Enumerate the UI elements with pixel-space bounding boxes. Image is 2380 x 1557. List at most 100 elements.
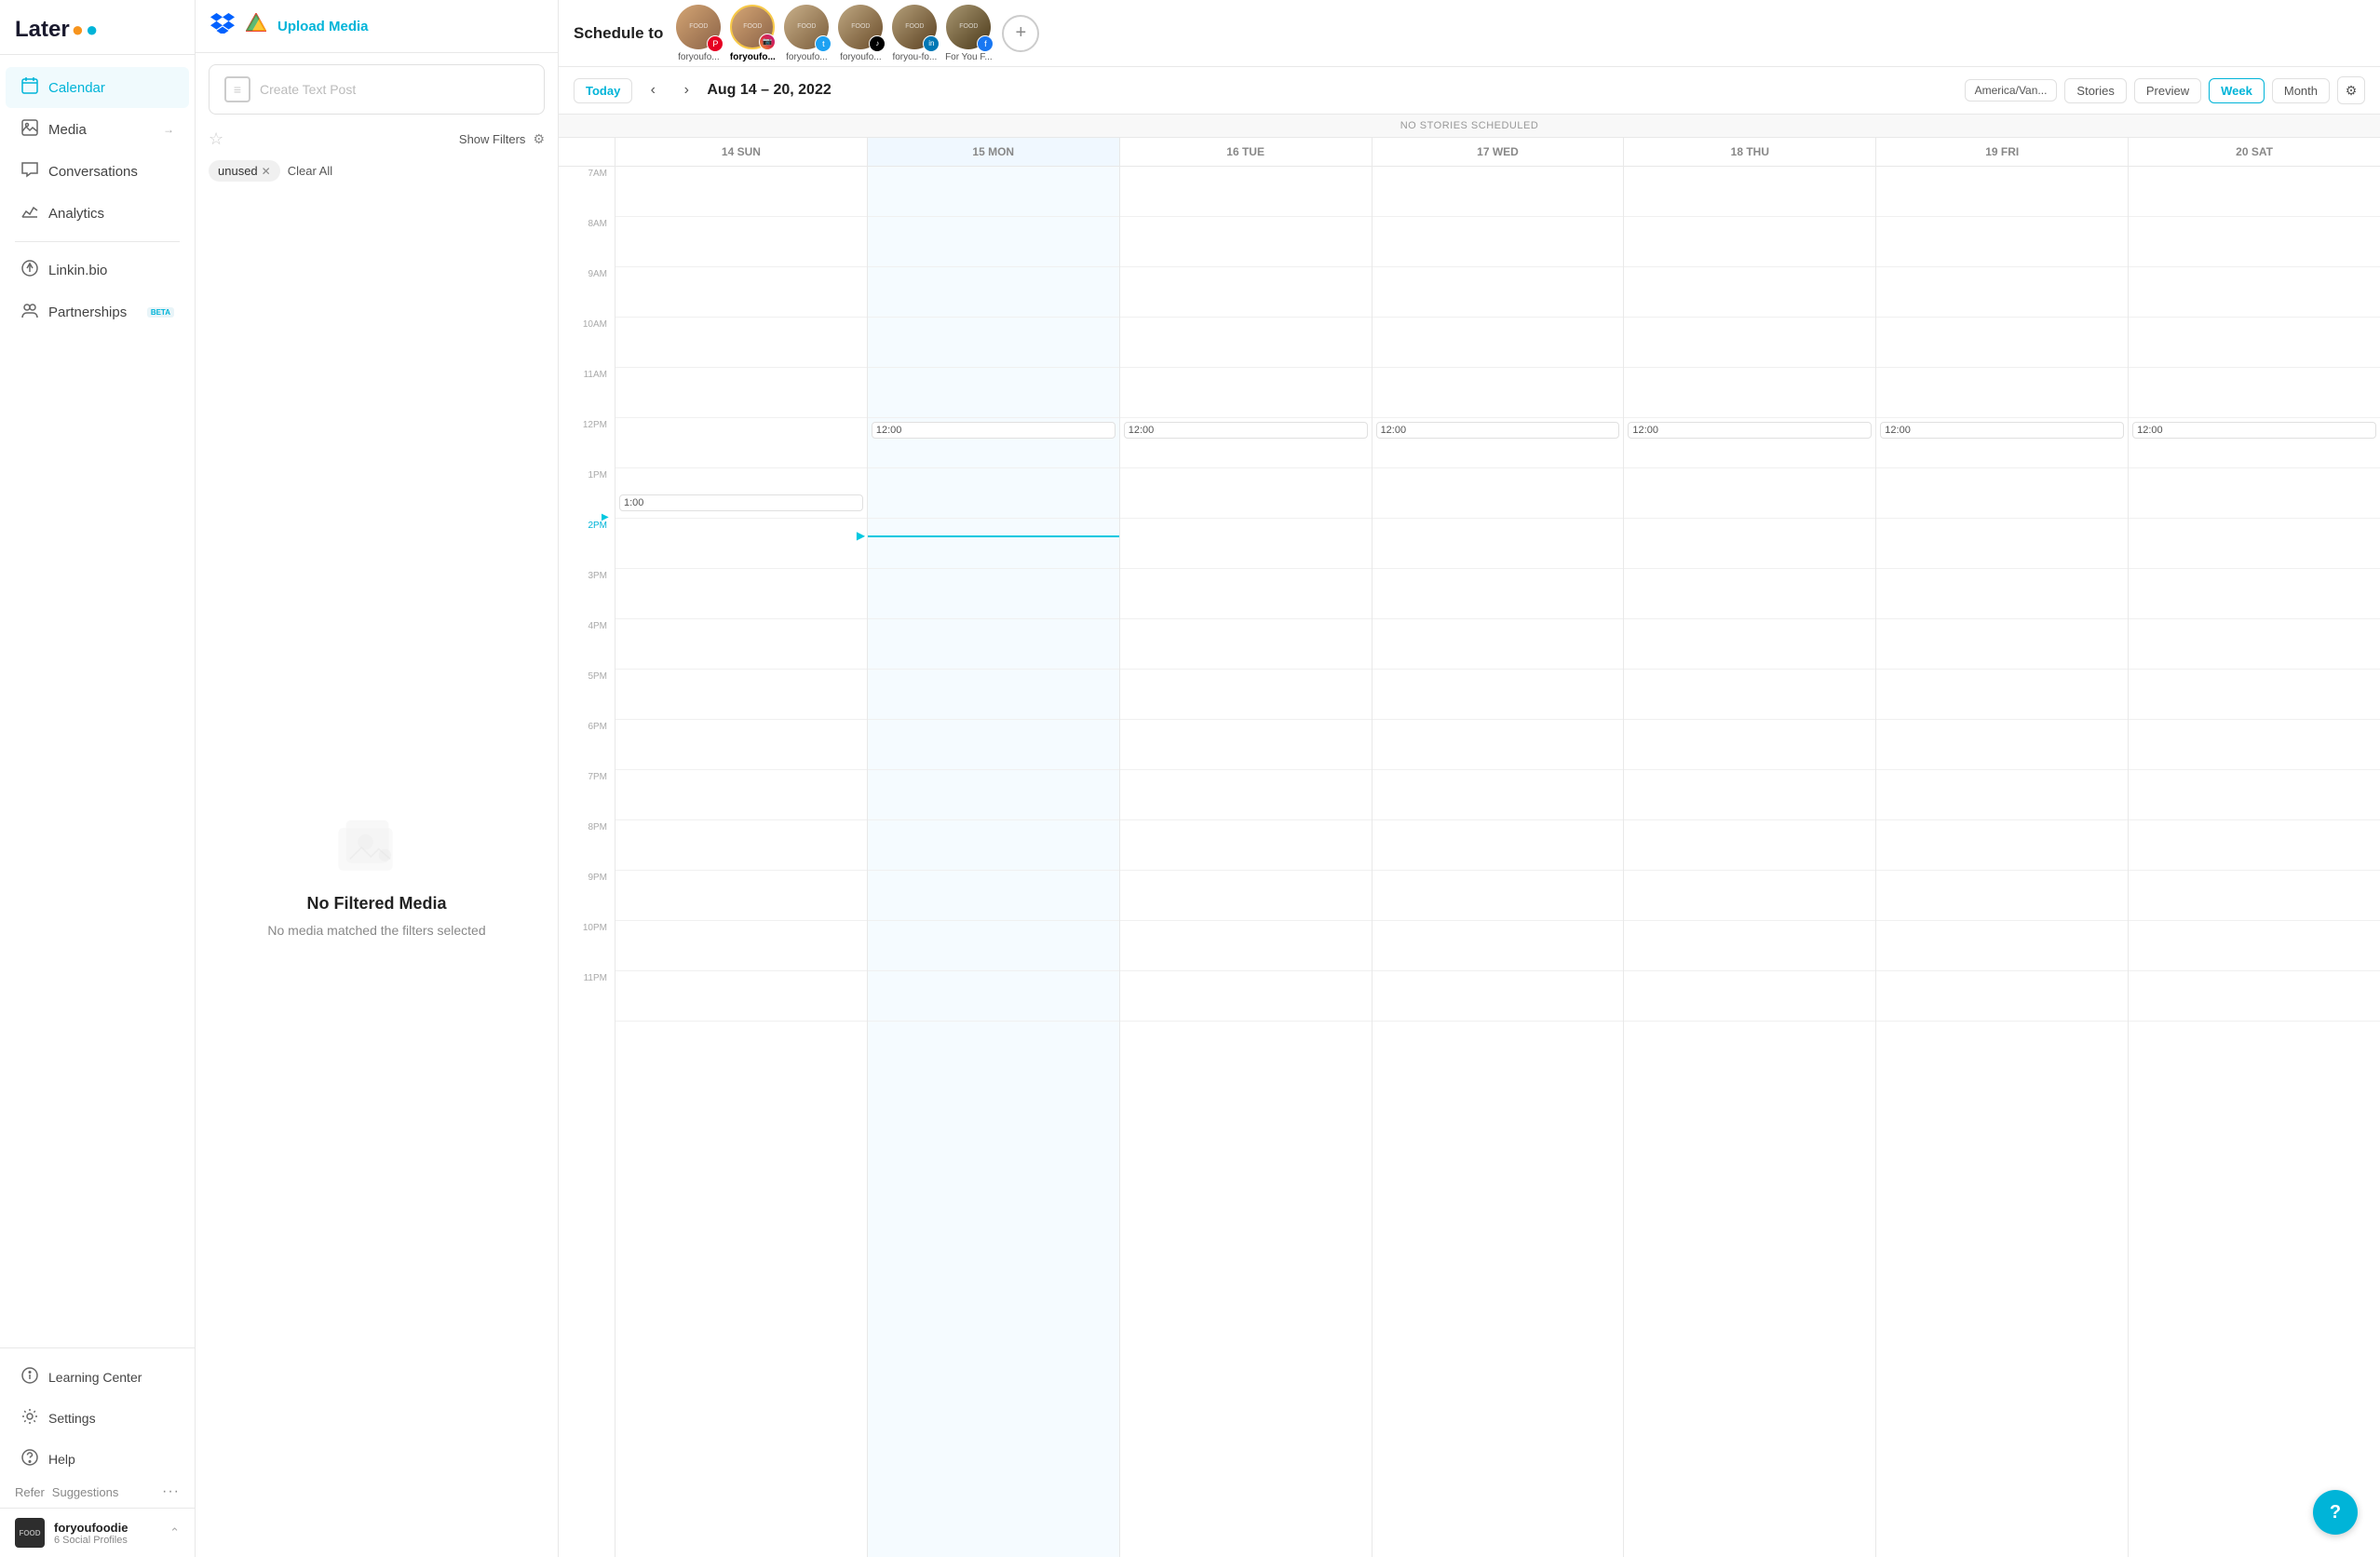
stories-view-button[interactable]: Stories [2064, 78, 2126, 103]
preview-view-button[interactable]: Preview [2134, 78, 2201, 103]
dropbox-icon[interactable] [210, 13, 235, 39]
slot-wed-7am[interactable] [1373, 167, 1624, 217]
slot-fri-4pm[interactable] [1876, 619, 2128, 670]
slot-wed-10pm[interactable] [1373, 921, 1624, 971]
slot-tue-8pm[interactable] [1120, 820, 1372, 871]
slot-fri-5pm[interactable] [1876, 670, 2128, 720]
slot-sun-12pm[interactable] [615, 418, 867, 468]
sidebar-item-linkinbio[interactable]: Linkin.bio [6, 250, 189, 291]
filter-options-icon[interactable]: ⚙ [533, 131, 545, 147]
slot-fri-2pm[interactable] [1876, 519, 2128, 569]
slot-mon-12pm[interactable]: 12:00 [868, 418, 1119, 468]
slot-sat-2pm[interactable] [2129, 519, 2380, 569]
slot-sun-1pm[interactable]: 1:00 [615, 468, 867, 519]
suggestions-link[interactable]: Suggestions [52, 1485, 119, 1499]
profile-avatar-tiktok[interactable]: FOOD ♪ foryoufo... [836, 5, 885, 62]
slot-thu-8pm[interactable] [1624, 820, 1875, 871]
slot-mon-10am[interactable] [868, 318, 1119, 368]
filter-tag-remove-icon[interactable]: ✕ [262, 165, 271, 178]
slot-sat-6pm[interactable] [2129, 720, 2380, 770]
slot-mon-7pm[interactable] [868, 770, 1119, 820]
slot-tue-3pm[interactable] [1120, 569, 1372, 619]
slot-thu-1pm[interactable] [1624, 468, 1875, 519]
slot-tue-2pm[interactable] [1120, 519, 1372, 569]
create-text-post-button[interactable]: ≡ Create Text Post [209, 64, 545, 115]
slot-tue-6pm[interactable] [1120, 720, 1372, 770]
slot-mon-5pm[interactable] [868, 670, 1119, 720]
slot-thu-7am[interactable] [1624, 167, 1875, 217]
slot-wed-11am[interactable] [1373, 368, 1624, 418]
slot-mon-9am[interactable] [868, 267, 1119, 318]
slot-sun-11am[interactable] [615, 368, 867, 418]
slot-thu-2pm[interactable] [1624, 519, 1875, 569]
scheduled-item-wed-12pm[interactable]: 12:00 [1376, 422, 1620, 439]
sidebar-item-calendar[interactable]: Calendar [6, 67, 189, 108]
timezone-selector[interactable]: America/Van... [1965, 79, 2058, 102]
more-options-icon[interactable]: ··· [162, 1483, 180, 1500]
slot-wed-8am[interactable] [1373, 217, 1624, 267]
slot-thu-10am[interactable] [1624, 318, 1875, 368]
google-drive-icon[interactable] [246, 13, 266, 39]
slot-sun-6pm[interactable] [615, 720, 867, 770]
sidebar-item-partnerships[interactable]: PartnershipsBETA [6, 291, 189, 332]
sidebar-item-help[interactable]: Help [6, 1439, 189, 1479]
sidebar-item-learning[interactable]: Learning Center [6, 1357, 189, 1397]
slot-mon-11am[interactable] [868, 368, 1119, 418]
help-float-button[interactable]: ? [2313, 1490, 2358, 1535]
slot-fri-8am[interactable] [1876, 217, 2128, 267]
slot-sun-2pm[interactable] [615, 519, 867, 569]
slot-wed-4pm[interactable] [1373, 619, 1624, 670]
slot-fri-8pm[interactable] [1876, 820, 2128, 871]
sidebar-item-analytics[interactable]: Analytics [6, 193, 189, 234]
slot-fri-12pm[interactable]: 12:00 [1876, 418, 2128, 468]
slot-sun-5pm[interactable] [615, 670, 867, 720]
slot-thu-7pm[interactable] [1624, 770, 1875, 820]
slot-sun-7am[interactable] [615, 167, 867, 217]
slot-mon-10pm[interactable] [868, 921, 1119, 971]
slot-tue-9pm[interactable] [1120, 871, 1372, 921]
slot-wed-9am[interactable] [1373, 267, 1624, 318]
scheduled-item-fri-12pm[interactable]: 12:00 [1880, 422, 2124, 439]
slot-wed-2pm[interactable] [1373, 519, 1624, 569]
slot-sat-5pm[interactable] [2129, 670, 2380, 720]
slot-sat-10pm[interactable] [2129, 921, 2380, 971]
slot-sat-7am[interactable] [2129, 167, 2380, 217]
slot-fri-10am[interactable] [1876, 318, 2128, 368]
slot-sat-8am[interactable] [2129, 217, 2380, 267]
slot-tue-7am[interactable] [1120, 167, 1372, 217]
slot-wed-8pm[interactable] [1373, 820, 1624, 871]
profile-row[interactable]: FOOD foryoufoodie 6 Social Profiles ⌃ [0, 1508, 195, 1557]
slot-sun-10am[interactable] [615, 318, 867, 368]
slot-thu-5pm[interactable] [1624, 670, 1875, 720]
slot-sat-11am[interactable] [2129, 368, 2380, 418]
week-view-button[interactable]: Week [2209, 78, 2265, 103]
slot-mon-7am[interactable] [868, 167, 1119, 217]
slot-mon-8pm[interactable] [868, 820, 1119, 871]
scheduled-item-mon-12pm[interactable]: 12:00 [872, 422, 1116, 439]
slot-mon-9pm[interactable] [868, 871, 1119, 921]
next-week-button[interactable]: › [673, 77, 699, 103]
slot-mon-2pm[interactable] [868, 519, 1119, 569]
slot-fri-6pm[interactable] [1876, 720, 2128, 770]
slot-fri-10pm[interactable] [1876, 921, 2128, 971]
star-icon[interactable]: ☆ [209, 129, 223, 149]
slot-sun-7pm[interactable] [615, 770, 867, 820]
slot-fri-3pm[interactable] [1876, 569, 2128, 619]
slot-sat-4pm[interactable] [2129, 619, 2380, 670]
slot-sat-10am[interactable] [2129, 318, 2380, 368]
upload-media-button[interactable]: Upload Media [277, 19, 369, 34]
slot-tue-10pm[interactable] [1120, 921, 1372, 971]
profile-avatar-linkedin[interactable]: FOOD in foryou-fo... [890, 5, 939, 62]
profile-avatar-facebook[interactable]: FOOD f For You F... [944, 5, 993, 62]
slot-sat-1pm[interactable] [2129, 468, 2380, 519]
slot-thu-9pm[interactable] [1624, 871, 1875, 921]
slot-sat-9am[interactable] [2129, 267, 2380, 318]
slot-sat-7pm[interactable] [2129, 770, 2380, 820]
sidebar-item-conversations[interactable]: Conversations [6, 151, 189, 192]
slot-mon-11pm[interactable] [868, 971, 1119, 1022]
slot-wed-5pm[interactable] [1373, 670, 1624, 720]
slot-mon-3pm[interactable] [868, 569, 1119, 619]
slot-sun-8am[interactable] [615, 217, 867, 267]
slot-tue-5pm[interactable] [1120, 670, 1372, 720]
slot-sat-9pm[interactable] [2129, 871, 2380, 921]
